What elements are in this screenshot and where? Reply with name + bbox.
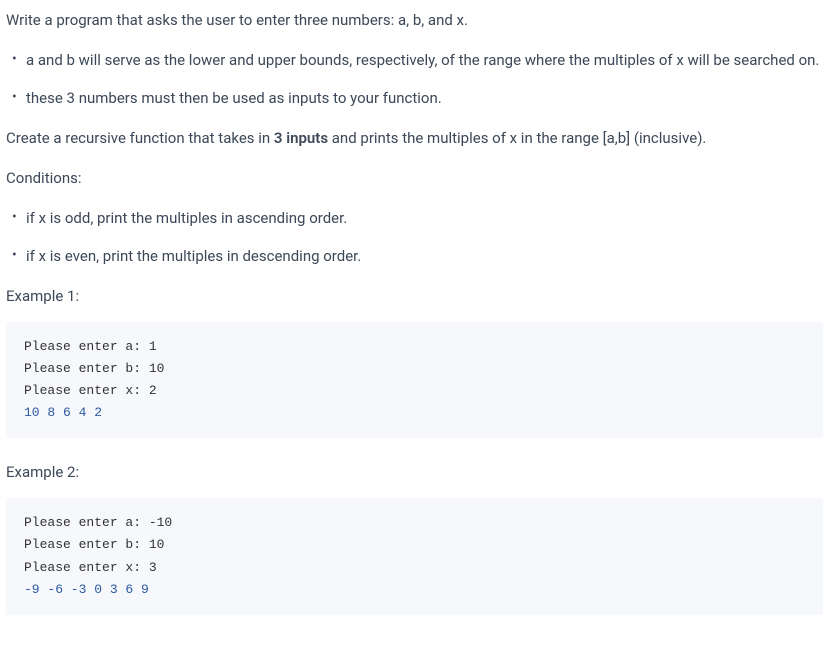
conditions-label: Conditions:: [6, 166, 823, 190]
code-line: Please enter x: 2: [24, 380, 805, 402]
text-segment: Create a recursive function that takes i…: [6, 129, 274, 147]
list-item: if x is even, print the multiples in des…: [6, 244, 823, 268]
function-description: Create a recursive function that takes i…: [6, 126, 823, 150]
code-line: Please enter b: 10: [24, 534, 805, 556]
bullet-list-1: a and b will serve as the lower and uppe…: [6, 48, 823, 110]
text-segment: and prints the multiples of x in the ran…: [328, 129, 706, 147]
list-item: if x is odd, print the multiples in asce…: [6, 206, 823, 230]
bullet-list-2: if x is odd, print the multiples in asce…: [6, 206, 823, 268]
code-line: Please enter b: 10: [24, 358, 805, 380]
code-output: 10 8 6 4 2: [24, 402, 805, 424]
bold-text: 3 inputs: [274, 129, 328, 147]
code-line: Please enter a: -10: [24, 512, 805, 534]
example1-label: Example 1:: [6, 284, 823, 308]
list-item: a and b will serve as the lower and uppe…: [6, 48, 823, 72]
example1-code-block: Please enter a: 1Please enter b: 10Pleas…: [6, 322, 823, 438]
example2-label: Example 2:: [6, 460, 823, 484]
intro-paragraph: Write a program that asks the user to en…: [6, 8, 823, 32]
code-line: Please enter a: 1: [24, 336, 805, 358]
list-item: these 3 numbers must then be used as inp…: [6, 86, 823, 110]
code-line: Please enter x: 3: [24, 557, 805, 579]
example2-code-block: Please enter a: -10Please enter b: 10Ple…: [6, 498, 823, 614]
code-output: -9 -6 -3 0 3 6 9: [24, 579, 805, 601]
